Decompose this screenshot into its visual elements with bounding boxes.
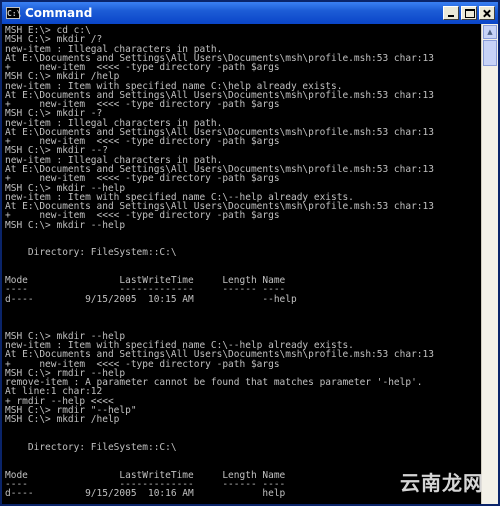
maximize-button[interactable]: [461, 6, 477, 20]
vertical-scrollbar[interactable]: ▲: [481, 24, 498, 504]
title-bar[interactable]: C:\ Command: [2, 2, 498, 24]
console-line: MSH C:\> mkdir --help: [5, 219, 126, 231]
console-icon[interactable]: C:\: [6, 7, 21, 19]
minimize-button[interactable]: [443, 6, 459, 20]
close-button[interactable]: [479, 6, 495, 20]
console-line: MSH C:\> mkdir /help: [5, 414, 120, 426]
scroll-up-button[interactable]: ▲: [483, 25, 497, 39]
watermark-text: 云南龙网: [400, 471, 484, 495]
window-controls: [443, 6, 495, 20]
window-title: Command: [25, 6, 93, 20]
console-line: Directory: FileSystem::C:\: [5, 441, 177, 453]
console-line: d---- 9/15/2005 10:15 AM --help: [5, 293, 297, 305]
console-output[interactable]: MSH E:\> cd c:\ MSH C:\> mkdir /? new-item…: [2, 24, 483, 504]
console-window: C:\ Command MSH E:\> cd c:\ MSH C:\> mkdi…: [0, 0, 500, 506]
console-line: Directory: FileSystem::C:\: [5, 247, 177, 259]
scroll-thumb[interactable]: [483, 40, 497, 66]
